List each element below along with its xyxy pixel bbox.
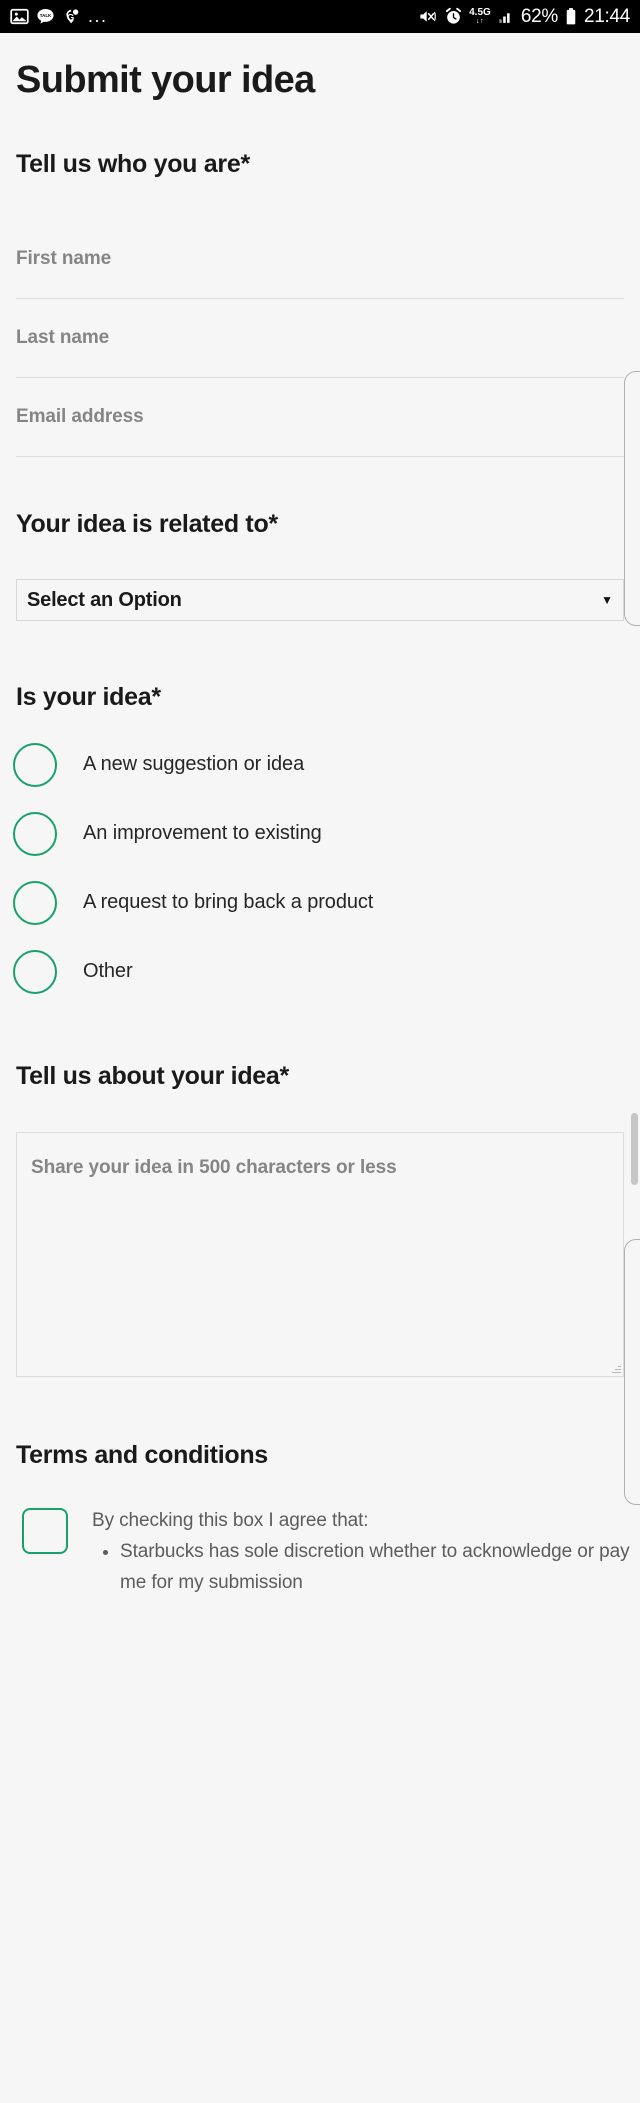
status-bar-left: TALK G ... xyxy=(10,7,108,26)
idea-textarea-placeholder: Share your idea in 500 characters or les… xyxy=(31,1157,397,1178)
radio-circle-icon[interactable] xyxy=(13,742,57,787)
last-name-field[interactable]: Last name xyxy=(16,299,624,378)
section-heading-idea-type: Is your idea* xyxy=(16,683,161,711)
section-heading-about-idea: Tell us about your idea* xyxy=(16,1062,289,1090)
offscreen-panel-top xyxy=(624,371,640,626)
scrollbar-thumb[interactable] xyxy=(631,1113,638,1185)
radio-label: A new suggestion or idea xyxy=(83,753,305,775)
radio-option-other[interactable]: Other xyxy=(0,937,640,1006)
idea-textarea[interactable]: Share your idea in 500 characters or les… xyxy=(16,1132,624,1377)
radio-option-improvement[interactable]: An improvement to existing xyxy=(0,799,640,868)
resize-grip-icon[interactable] xyxy=(611,1364,621,1374)
terms-agreement-row: By checking this box I agree that: Starb… xyxy=(0,1505,640,1598)
app-screen: TALK G ... 4.5G ↓↑ 62% 21:44 Submit your… xyxy=(0,0,640,2103)
radio-circle-icon[interactable] xyxy=(13,811,57,856)
volume-mute-vibrate-icon xyxy=(417,7,438,26)
form-content: Submit your idea Tell us who you are* Fi… xyxy=(0,33,640,1598)
chevron-down-icon: ▼ xyxy=(601,593,613,607)
signal-bars-icon xyxy=(497,8,515,25)
image-icon xyxy=(10,7,29,26)
first-name-placeholder: First name xyxy=(16,248,112,269)
offscreen-panel-bottom xyxy=(624,1239,640,1505)
idea-category-select[interactable]: Select an Option ▼ xyxy=(16,579,624,621)
kakaotalk-icon: TALK xyxy=(36,7,55,26)
radio-circle-icon[interactable] xyxy=(13,949,57,994)
network-type-label: 4.5G xyxy=(469,7,491,18)
terms-checkbox[interactable] xyxy=(22,1508,68,1554)
section-heading-related-to: Your idea is related to* xyxy=(16,510,278,538)
maps-pin-icon: G xyxy=(62,7,81,26)
alarm-clock-icon xyxy=(444,7,463,26)
terms-bullet-list: Starbucks has sole discretion whether to… xyxy=(92,1536,630,1598)
last-name-placeholder: Last name xyxy=(16,327,110,348)
svg-text:TALK: TALK xyxy=(40,13,52,18)
terms-text-block: By checking this box I agree that: Starb… xyxy=(92,1505,630,1598)
battery-icon xyxy=(564,7,578,26)
idea-category-selected-value: Select an Option xyxy=(27,588,182,611)
list-item: Starbucks has sole discretion whether to… xyxy=(120,1536,630,1598)
status-bar-right: 4.5G ↓↑ 62% 21:44 xyxy=(417,7,630,26)
network-traffic-arrows: ↓↑ xyxy=(475,18,484,25)
email-address-placeholder: Email address xyxy=(16,406,144,427)
radio-label: An improvement to existing xyxy=(83,822,322,844)
section-heading-terms: Terms and conditions xyxy=(16,1441,268,1469)
radio-option-bring-back-product[interactable]: A request to bring back a product xyxy=(0,868,640,937)
page-title: Submit your idea xyxy=(16,59,315,101)
email-address-field[interactable]: Email address xyxy=(16,378,624,457)
first-name-field[interactable]: First name xyxy=(16,220,624,299)
section-heading-identity: Tell us who you are* xyxy=(16,150,250,178)
radio-label: Other xyxy=(83,960,133,982)
network-type-indicator: 4.5G ↓↑ xyxy=(469,7,491,26)
overflow-dots-icon: ... xyxy=(88,6,108,27)
terms-intro-text: By checking this box I agree that: xyxy=(92,1510,369,1531)
radio-circle-icon[interactable] xyxy=(13,880,57,925)
svg-text:G: G xyxy=(67,12,74,23)
radio-option-new-suggestion[interactable]: A new suggestion or idea xyxy=(0,730,640,799)
battery-percent-label: 62% xyxy=(520,6,558,27)
clock-label: 21:44 xyxy=(583,6,630,27)
status-bar: TALK G ... 4.5G ↓↑ 62% 21:44 xyxy=(0,0,640,33)
radio-label: A request to bring back a product xyxy=(83,891,374,913)
